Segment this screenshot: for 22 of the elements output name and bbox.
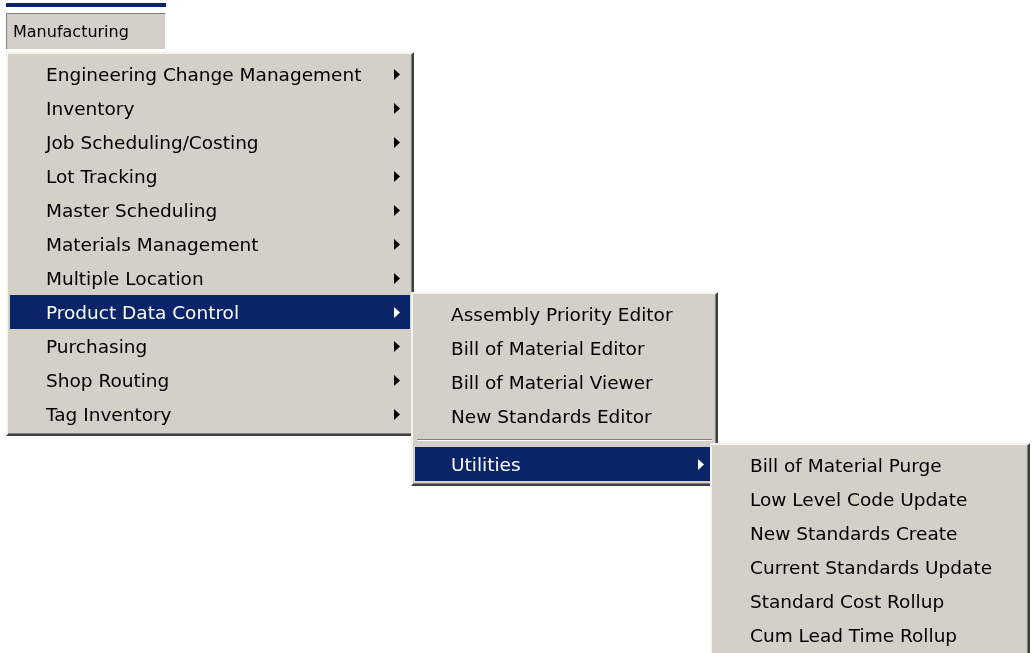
menu-item[interactable]: Standard Cost Rollup (714, 584, 1026, 618)
menu-item[interactable]: Lot Tracking (10, 159, 410, 193)
menu-item[interactable]: Bill of Material Viewer (415, 365, 714, 399)
menu-item[interactable]: Current Standards Update (714, 550, 1026, 584)
menu-item[interactable]: Multiple Location (10, 261, 410, 295)
menu-item[interactable]: Materials Management (10, 227, 410, 261)
menu-item[interactable]: New Standards Create (714, 516, 1026, 550)
menu-item[interactable]: Assembly Priority Editor (415, 297, 714, 331)
menu-bar-item[interactable]: Manufacturing (6, 13, 166, 49)
menu-item[interactable]: Engineering Change Management (10, 57, 410, 91)
menu-item[interactable]: Bill of Material Purge (714, 448, 1026, 482)
menu-item[interactable]: Low Level Code Update (714, 482, 1026, 516)
menu-item[interactable]: Tag Inventory (10, 397, 410, 431)
menu-item[interactable]: Master Scheduling (10, 193, 410, 227)
menu-item[interactable]: Job Scheduling/Costing (10, 125, 410, 159)
menu-item[interactable]: Shop Routing (10, 363, 410, 397)
menu-item[interactable]: New Standards Editor (415, 399, 714, 433)
menu-item[interactable]: Cum Lead Time Rollup (714, 618, 1026, 652)
menu-item[interactable]: Inventory (10, 91, 410, 125)
menu-item[interactable]: Product Data Control (10, 295, 410, 329)
menu-item[interactable]: Bill of Material Editor (415, 331, 714, 365)
menu-item[interactable]: Purchasing (10, 329, 410, 363)
